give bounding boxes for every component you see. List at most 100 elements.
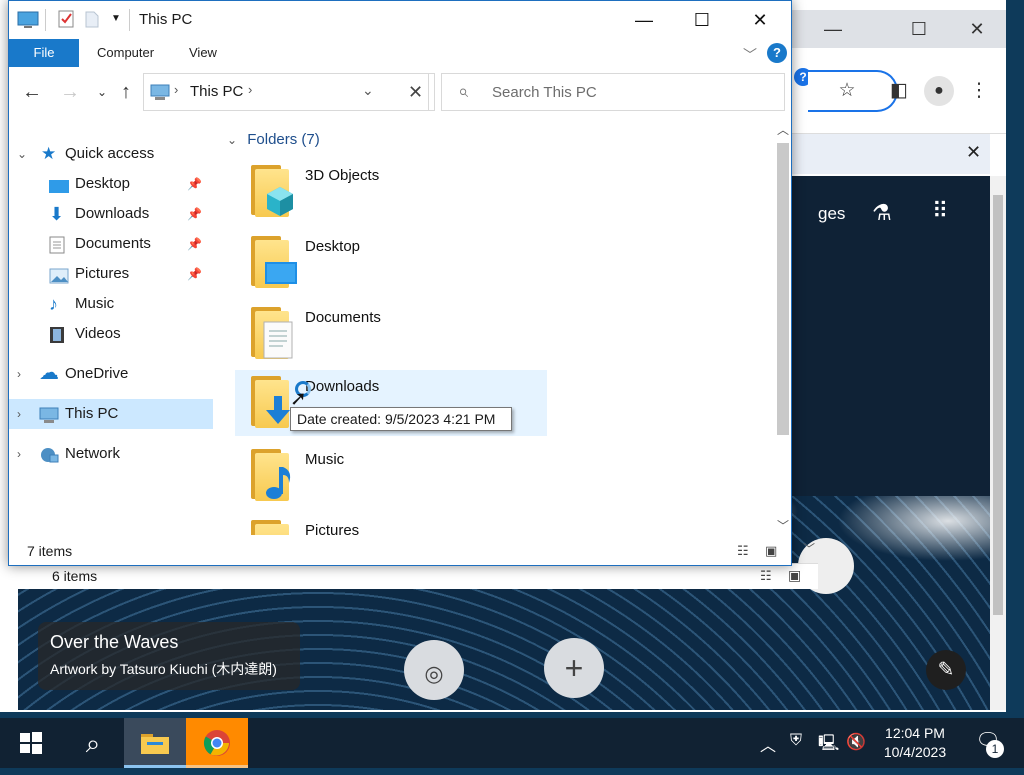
recent-locations-chevron-icon[interactable]: ⌄ — [89, 79, 115, 105]
folders-group-header[interactable]: ⌄ Folders (7) — [227, 131, 320, 148]
maximize-button[interactable]: ☐ — [673, 1, 731, 39]
security-shield-icon[interactable]: ⛨ — [790, 732, 802, 750]
search-icon[interactable]: ⌕ — [62, 718, 124, 768]
volume-muted-icon[interactable]: 🔇 — [846, 732, 866, 752]
search-box[interactable]: ⌕ Search This PC — [441, 73, 785, 111]
background-item-count: 6 items — [52, 568, 98, 584]
show-hidden-icons-chevron-icon[interactable]: ︿ — [760, 732, 776, 756]
forward-arrow-icon[interactable]: → — [57, 79, 83, 105]
minimize-button[interactable]: — — [615, 1, 673, 39]
chrome-maximize-button[interactable]: ☐ — [896, 16, 942, 42]
breadcrumb-separator-icon[interactable]: › — [174, 82, 178, 97]
pictures-icon — [49, 265, 69, 284]
chrome-omnibox[interactable]: ☆ — [808, 70, 898, 112]
caption-artist: Artwork by Tatsuro Kiuchi (木内達朗) — [50, 661, 277, 677]
taskbar-file-explorer[interactable] — [124, 718, 186, 768]
chrome-scrollbar-thumb[interactable] — [993, 195, 1003, 615]
up-arrow-icon[interactable]: ↑ — [113, 79, 139, 105]
explorer-status-bar: 7 items ☷ ▣ — [9, 535, 791, 565]
taskbar-chrome[interactable] — [186, 718, 248, 768]
background-caption[interactable]: Over the Waves Artwork by Tatsuro Kiuchi… — [38, 622, 300, 690]
nav-label: Videos — [75, 325, 121, 342]
nav-label: Documents — [75, 235, 151, 252]
collapsed-chevron-icon[interactable]: › — [17, 359, 21, 389]
back-arrow-icon[interactable]: ← — [19, 79, 45, 105]
help-button[interactable]: ? — [767, 43, 787, 63]
nav-onedrive[interactable]: › ☁ OneDrive — [9, 359, 213, 389]
large-icons-view-icon[interactable]: ▣ — [788, 567, 801, 584]
properties-icon[interactable] — [57, 10, 75, 30]
tab-computer[interactable]: Computer — [81, 39, 170, 67]
banner-close-icon[interactable]: ✕ — [966, 142, 981, 163]
navigation-pane: ⌄ ★ Quick access Desktop 📌 ⬇ Downloads 📌… — [9, 119, 213, 535]
bookmark-star-icon[interactable]: ☆ — [834, 78, 860, 104]
expanded-chevron-icon[interactable]: ⌄ — [17, 139, 27, 169]
folder-music[interactable]: Music — [235, 443, 547, 509]
download-arrow-icon: ⬇ — [49, 204, 65, 224]
collapsed-chevron-icon[interactable]: › — [17, 439, 21, 469]
chrome-minimize-button[interactable]: — — [810, 16, 856, 42]
start-windows-icon[interactable] — [0, 718, 62, 768]
chrome-scroll-down-icon[interactable]: ﹀ — [800, 540, 818, 558]
details-view-icon[interactable]: ☷ — [737, 543, 755, 558]
address-history-chevron-icon[interactable]: ⌄ — [362, 82, 374, 99]
pin-icon: 📌 — [187, 267, 202, 281]
scroll-down-arrow-icon[interactable]: ﹀ — [775, 517, 791, 533]
nav-label: Music — [75, 295, 115, 312]
nav-this-pc[interactable]: › This PC — [9, 399, 213, 429]
chrome-titlebar: — ☐ ✕ — [790, 10, 1006, 48]
nav-videos[interactable]: Videos — [9, 319, 213, 349]
nav-documents[interactable]: Documents 📌 — [9, 229, 213, 259]
breadcrumb-this-pc[interactable]: This PC — [190, 83, 243, 100]
shortcut-chrome-web-store[interactable]: ◎ — [404, 640, 464, 700]
nav-music[interactable]: ♪ Music — [9, 289, 213, 319]
refresh-close-icon[interactable]: ✕ — [397, 73, 435, 111]
scrollbar-thumb[interactable] — [777, 143, 789, 435]
chrome-info-banner: ✕ — [790, 134, 990, 174]
film-strip-icon — [49, 325, 69, 343]
folder-icon — [141, 734, 169, 754]
desktop-icon — [49, 175, 69, 193]
star-icon: ★ — [41, 144, 57, 163]
new-folder-icon[interactable] — [83, 10, 101, 30]
content-scrollbar[interactable]: ︿ ﹀ — [773, 119, 791, 535]
labs-flask-icon[interactable]: ⚗ — [872, 200, 892, 226]
nav-pictures[interactable]: Pictures 📌 — [9, 259, 213, 289]
address-bar[interactable]: › This PC › ⌄ — [143, 73, 429, 111]
nav-downloads[interactable]: ⬇ Downloads 📌 — [9, 199, 213, 229]
nav-desktop[interactable]: Desktop 📌 — [9, 169, 213, 199]
side-panel-icon[interactable]: ◧ — [886, 78, 912, 104]
folder-icon — [249, 447, 295, 503]
ntp-images-link[interactable]: ges — [818, 204, 845, 224]
folder-3d-objects[interactable]: 3D Objects — [235, 159, 547, 225]
chrome-close-button[interactable]: ✕ — [954, 16, 1000, 42]
expand-ribbon-chevron-icon[interactable]: ﹀ — [743, 45, 757, 65]
scroll-up-arrow-icon[interactable]: ︿ — [775, 121, 791, 137]
breadcrumb-chevron-icon[interactable]: › — [248, 82, 252, 97]
clock-date: 10/4/2023 — [883, 744, 947, 760]
folder-icon — [249, 305, 295, 361]
close-button[interactable]: ✕ — [731, 1, 789, 39]
nav-quick-access[interactable]: ⌄ ★ Quick access — [9, 139, 213, 169]
explorer-titlebar[interactable]: ▼ This PC — ☐ ✕ — [9, 1, 791, 39]
folder-desktop[interactable]: Desktop — [235, 230, 547, 296]
large-icons-view-icon[interactable]: ▣ — [765, 543, 783, 558]
details-view-icon[interactable]: ☷ — [760, 568, 772, 584]
tab-file[interactable]: File — [9, 39, 79, 67]
tab-view[interactable]: View — [173, 39, 233, 67]
customize-toolbar-chevron-icon[interactable]: ▼ — [107, 13, 125, 33]
group-chevron-icon[interactable]: ⌄ — [227, 133, 237, 147]
apps-grid-icon[interactable]: ⠿ — [932, 198, 948, 224]
folder-pictures[interactable]: Pictures — [235, 514, 547, 535]
collapsed-chevron-icon[interactable]: › — [17, 399, 21, 429]
customize-pencil-icon[interactable]: ✎ — [926, 650, 966, 690]
chrome-menu-icon[interactable]: ⋮ — [966, 78, 992, 104]
this-pc-icon — [150, 82, 170, 102]
nav-network[interactable]: › Network — [9, 439, 213, 469]
folder-name: 3D Objects — [305, 167, 380, 184]
clock[interactable]: 12:04 PM 10/4/2023 — [870, 724, 960, 762]
folder-documents[interactable]: Documents — [235, 301, 547, 367]
add-shortcut-button[interactable]: + — [544, 638, 604, 698]
profile-avatar-icon[interactable]: ● — [924, 76, 954, 106]
network-icon[interactable]: 🖳 — [818, 732, 839, 759]
